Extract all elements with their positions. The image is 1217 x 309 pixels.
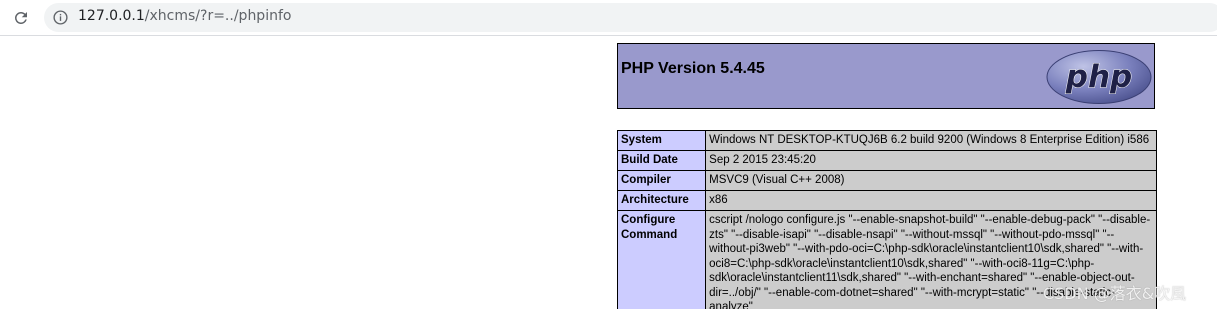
php-logo-icon[interactable]: php <box>1046 49 1152 105</box>
url-text[interactable]: 127.0.0.1/xhcms/?r=../phpinfo <box>78 8 291 24</box>
url-host: 127.0.0.1 <box>78 8 145 24</box>
reload-icon[interactable] <box>9 6 33 30</box>
table-row: Compiler MSVC9 (Visual C++ 2008) <box>616 170 1157 191</box>
browser-toolbar: 127.0.0.1/xhcms/?r=../phpinfo <box>0 0 1217 36</box>
row-label: Compiler <box>616 170 707 191</box>
php-logo-text: php <box>1065 59 1132 95</box>
row-value: Sep 2 2015 23:45:20 <box>705 150 1157 171</box>
row-value: Windows NT DESKTOP-KTUQJ6B 6.2 build 920… <box>705 130 1157 151</box>
row-label: Build Date <box>616 150 707 171</box>
row-label: Architecture <box>616 190 707 211</box>
url-path: /xhcms/?r=../phpinfo <box>144 8 292 24</box>
watermark: CSDN @落衣&吹風 <box>1043 284 1187 303</box>
site-info-icon[interactable] <box>52 9 69 26</box>
php-version-header: PHP Version 5.4.45 php <box>617 43 1155 109</box>
row-value: x86 <box>705 190 1157 211</box>
row-label: System <box>616 130 707 151</box>
table-row: Build Date Sep 2 2015 23:45:20 <box>616 150 1157 171</box>
row-label: Configure Command <box>616 210 707 309</box>
table-row: System Windows NT DESKTOP-KTUQJ6B 6.2 bui… <box>616 130 1157 151</box>
page-title: PHP Version 5.4.45 <box>621 60 765 77</box>
row-value: MSVC9 (Visual C++ 2008) <box>705 170 1157 191</box>
table-row: Architecture x86 <box>616 190 1157 211</box>
address-bar[interactable]: 127.0.0.1/xhcms/?r=../phpinfo <box>44 3 1217 32</box>
